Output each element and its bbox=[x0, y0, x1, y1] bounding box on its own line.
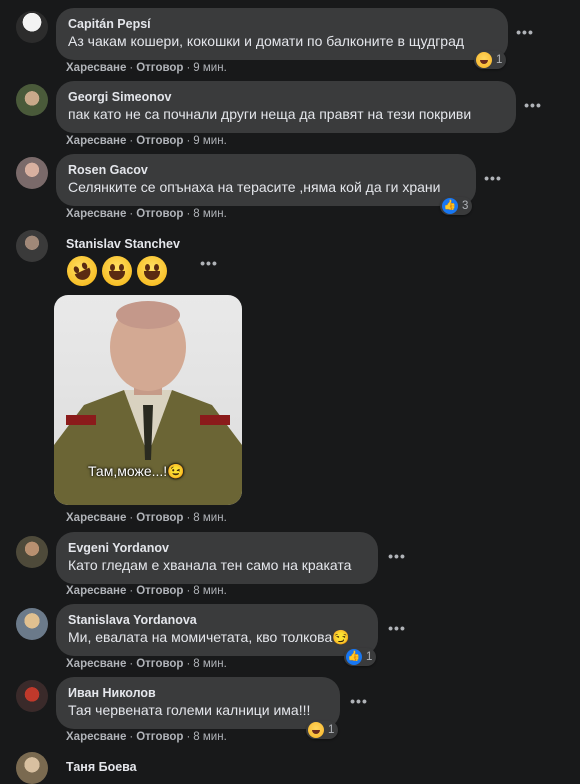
avatar[interactable] bbox=[16, 230, 48, 262]
haha-reaction-icon bbox=[308, 722, 324, 738]
more-options-icon[interactable]: ••• bbox=[386, 620, 408, 642]
comment-timestamp[interactable]: 9 мин. bbox=[193, 135, 226, 147]
comment-actions: Харесване · Отговор · 8 мин. bbox=[66, 208, 227, 220]
more-options-icon[interactable]: ••• bbox=[522, 97, 544, 119]
reply-link[interactable]: Отговор bbox=[136, 658, 183, 670]
comment-timestamp[interactable]: 8 мин. bbox=[193, 731, 226, 743]
comment-text: пак като не са почнали други неща да пра… bbox=[68, 106, 472, 122]
comment-author[interactable]: Rosen Gacov bbox=[68, 162, 464, 178]
like-link[interactable]: Харесване bbox=[66, 512, 126, 524]
laughing-emoji-icon bbox=[137, 256, 167, 286]
comment-author[interactable]: Capitán Pepsí bbox=[68, 16, 496, 32]
reaction-count-value: 3 bbox=[462, 200, 469, 212]
image-caption: Там,може...!😉 bbox=[88, 463, 185, 479]
comment-actions: Харесване · Отговор · 9 мин. bbox=[66, 135, 227, 147]
comment-text: Аз чакам кошери, кокошки и домати по бал… bbox=[68, 33, 465, 49]
like-link[interactable]: Харесване bbox=[66, 208, 126, 220]
comment-timestamp[interactable]: 8 мин. bbox=[193, 208, 226, 220]
reply-link[interactable]: Отговор bbox=[136, 208, 183, 220]
reply-link[interactable]: Отговор bbox=[136, 585, 183, 597]
avatar[interactable] bbox=[16, 84, 48, 116]
reply-link[interactable]: Отговор bbox=[136, 731, 183, 743]
reply-link[interactable]: Отговор bbox=[136, 135, 183, 147]
comment-timestamp[interactable]: 9 мин. bbox=[193, 62, 226, 74]
more-options-icon[interactable]: ••• bbox=[348, 693, 370, 715]
like-link[interactable]: Харесване bbox=[66, 585, 126, 597]
reaction-count-value: 1 bbox=[328, 724, 335, 736]
comment-author[interactable]: Stanislav Stanchev bbox=[66, 236, 180, 252]
comment-bubble: Evgeni Yordanov Като гледам е хванала те… bbox=[56, 532, 378, 584]
comment-bubble: Rosen Gacov Селянките се опънаха на тера… bbox=[56, 154, 476, 206]
reaction-count[interactable]: 👍 1 bbox=[344, 648, 377, 666]
avatar[interactable] bbox=[16, 536, 48, 568]
avatar[interactable] bbox=[16, 752, 48, 784]
grinning-emoji-icon bbox=[102, 256, 132, 286]
comment-timestamp[interactable]: 8 мин. bbox=[193, 512, 226, 524]
more-options-icon[interactable]: ••• bbox=[482, 170, 504, 192]
avatar[interactable] bbox=[16, 11, 48, 43]
comment-author[interactable]: Evgeni Yordanov bbox=[68, 540, 366, 556]
comment-bubble: Capitán Pepsí Аз чакам кошери, кокошки и… bbox=[56, 8, 508, 60]
comment-actions: Харесване · Отговор · 8 мин. bbox=[66, 585, 227, 597]
reaction-count-value: 1 bbox=[366, 651, 373, 663]
comment-actions: Харесване · Отговор · 8 мин. bbox=[66, 658, 227, 670]
haha-reaction-icon bbox=[476, 52, 492, 68]
like-link[interactable]: Харесване bbox=[66, 731, 126, 743]
like-reaction-icon: 👍 bbox=[442, 198, 458, 214]
comment-author[interactable]: Stanislava Yordanova bbox=[68, 612, 366, 628]
reply-link[interactable]: Отговор bbox=[136, 62, 183, 74]
like-reaction-icon: 👍 bbox=[346, 649, 362, 665]
more-options-icon[interactable]: ••• bbox=[198, 255, 220, 277]
comment-timestamp[interactable]: 8 мин. bbox=[193, 658, 226, 670]
comment-timestamp[interactable]: 8 мин. bbox=[193, 585, 226, 597]
comment-text: Като гледам е хванала тен само на кракат… bbox=[68, 557, 352, 573]
comment-author[interactable]: Иван Николов bbox=[68, 685, 328, 701]
comment-actions: Харесване · Отговор · 8 мин. bbox=[66, 731, 227, 743]
comment-bubble: Georgi Simeonov пак като не са почнали д… bbox=[56, 81, 516, 133]
avatar[interactable] bbox=[16, 157, 48, 189]
more-options-icon[interactable]: ••• bbox=[386, 548, 408, 570]
like-link[interactable]: Харесване bbox=[66, 62, 126, 74]
reply-link[interactable]: Отговор bbox=[136, 512, 183, 524]
like-link[interactable]: Харесване bbox=[66, 135, 126, 147]
reaction-count[interactable]: 👍 3 bbox=[440, 197, 473, 215]
reaction-count[interactable]: 1 bbox=[474, 51, 507, 69]
reaction-count[interactable]: 1 bbox=[306, 721, 339, 739]
more-options-icon[interactable]: ••• bbox=[514, 24, 536, 46]
like-link[interactable]: Харесване bbox=[66, 658, 126, 670]
avatar[interactable] bbox=[16, 608, 48, 640]
comment-author[interactable]: Georgi Simeonov bbox=[68, 89, 504, 105]
rofl-emoji-icon bbox=[62, 251, 102, 291]
comment-text: Ми, евалата на момичетата, кво толкова😏 bbox=[68, 629, 350, 645]
comment-text: Селянките се опънаха на терасите ,няма к… bbox=[68, 179, 441, 195]
comment-actions: Харесване · Отговор · 8 мин. bbox=[66, 512, 227, 524]
comment-actions: Харесване · Отговор · 9 мин. bbox=[66, 62, 227, 74]
comment-image[interactable]: Там,може...!😉 bbox=[54, 295, 242, 505]
comment-bubble: Stanislava Yordanova Ми, евалата на моми… bbox=[56, 604, 378, 656]
reaction-count-value: 1 bbox=[496, 54, 503, 66]
avatar[interactable] bbox=[16, 680, 48, 712]
comment-text: Тая червената големи калници има!!! bbox=[68, 702, 311, 718]
comment-author[interactable]: Таня Боева bbox=[66, 759, 137, 775]
comment-bubble: Иван Николов Тая червената големи калниц… bbox=[56, 677, 340, 729]
